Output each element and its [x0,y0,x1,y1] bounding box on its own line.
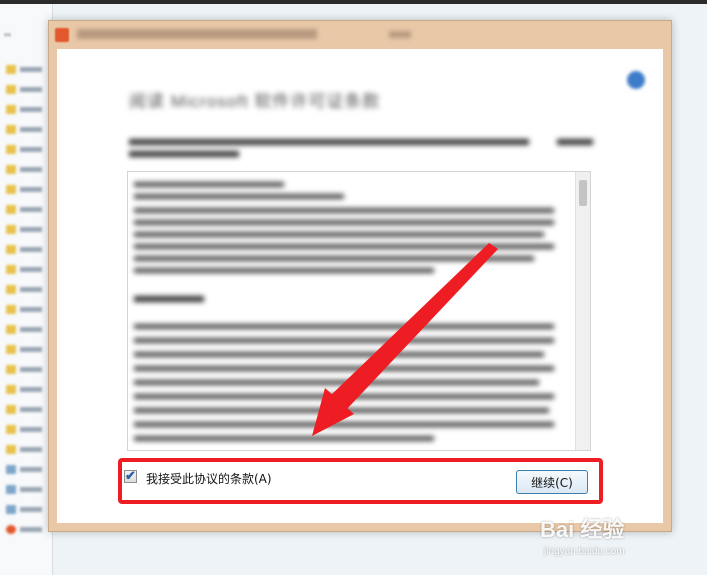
folder-item[interactable] [6,84,46,96]
explorer-tab: ▪▪ [4,30,12,41]
drive-item[interactable] [6,464,46,476]
folder-icon [6,185,16,194]
folder-item[interactable] [6,264,46,276]
folder-item[interactable] [6,184,46,196]
help-icon[interactable] [627,71,645,89]
folder-icon [6,305,16,314]
folder-item[interactable] [6,304,46,316]
dialog-body: 阅读 Microsoft 软件许可证条款 [57,49,663,523]
folder-icon [6,425,16,434]
folder-item[interactable] [6,344,46,356]
license-text-box[interactable] [127,171,591,451]
folder-item[interactable] [6,224,46,236]
dialog-title-blurred [77,29,317,39]
folder-icon [6,205,16,214]
drive-icon [6,505,16,514]
folder-icon [6,365,16,374]
folder-item[interactable] [6,204,46,216]
folder-icon [6,445,16,454]
network-item[interactable] [6,524,46,536]
baidu-watermark: Bai 经验 jingyan.baidu.com [534,508,684,568]
folder-icon [6,125,16,134]
annotation-highlight-box [118,458,603,504]
file-explorer-pane: ▪▪ [0,4,53,575]
watermark-url: jingyan.baidu.com [544,546,625,557]
folder-icon [6,385,16,394]
folder-item[interactable] [6,124,46,136]
folder-icon [6,165,16,174]
drive-icon [6,465,16,474]
folder-icon [6,285,16,294]
folder-item[interactable] [6,64,46,76]
folder-icon [6,145,16,154]
drive-icon [6,485,16,494]
folder-item[interactable] [6,164,46,176]
folder-icon [6,265,16,274]
folder-item[interactable] [6,364,46,376]
folder-item[interactable] [6,404,46,416]
watermark-logo-text: Bai 经验 [540,517,625,542]
page-title: 阅读 Microsoft 软件许可证条款 [129,92,381,111]
folder-icon [6,325,16,334]
folder-icon [6,225,16,234]
folder-icon [6,245,16,254]
folder-item[interactable] [6,244,46,256]
folder-item[interactable] [6,384,46,396]
drive-item[interactable] [6,484,46,496]
dialog-titlebar[interactable] [49,21,671,49]
folder-item[interactable] [6,324,46,336]
folder-icon [6,105,16,114]
folder-item[interactable] [6,284,46,296]
folder-icon [6,65,16,74]
license-dialog: 阅读 Microsoft 软件许可证条款 [48,20,672,532]
titlebar-blurred-mark [389,31,411,38]
folder-icon [6,345,16,354]
folder-item[interactable] [6,424,46,436]
folder-item[interactable] [6,444,46,456]
office-icon [55,28,69,42]
network-icon [6,525,16,534]
folder-icon [6,85,16,94]
folder-item[interactable] [6,144,46,156]
folder-icon [6,405,16,414]
screen-top-strip [0,0,707,4]
license-scrollbar[interactable] [575,172,590,450]
folder-item[interactable] [6,104,46,116]
scrollbar-thumb[interactable] [579,180,587,206]
drive-item[interactable] [6,504,46,516]
